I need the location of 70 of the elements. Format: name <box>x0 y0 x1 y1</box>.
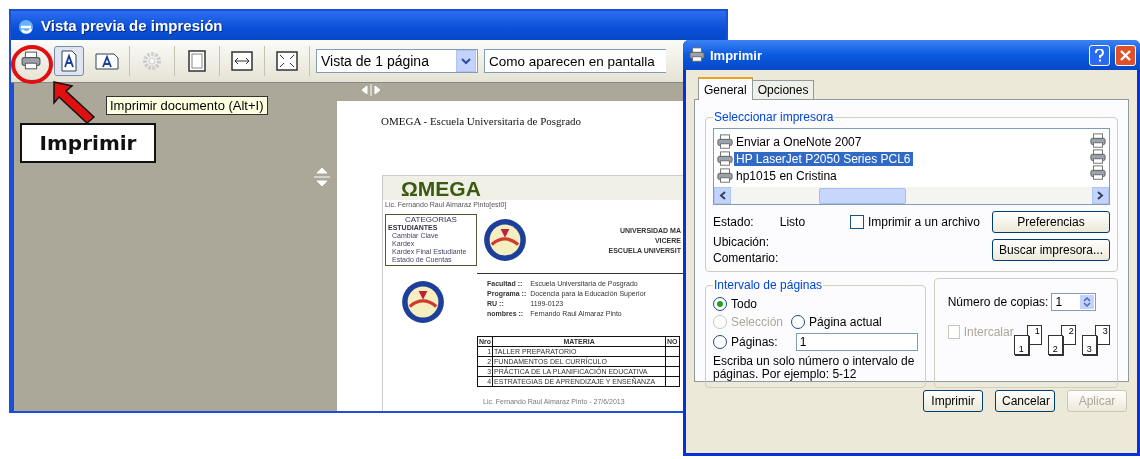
dialog-button[interactable]: Imprimir <box>923 390 983 412</box>
field-label: Estado: <box>713 215 754 229</box>
printer-list[interactable]: Enviar a OneNote 2007 HP LaserJet P2050 Series PCL6 hp1015 en Cristina <box>713 128 1110 205</box>
printer-icon <box>717 167 733 184</box>
close-button[interactable] <box>1115 44 1136 66</box>
page-number: 3 <box>1081 335 1097 355</box>
group-title: Seleccionar impresora <box>713 110 835 124</box>
site-logo: ΩMEGA <box>401 178 481 200</box>
callout-label: Imprimir <box>20 123 156 163</box>
scroll-thumb[interactable] <box>819 187 906 204</box>
printer-icon <box>1090 149 1106 165</box>
printer-item[interactable]: HP LaserJet P2050 Series PCL6 <box>734 151 913 166</box>
copies-spinner[interactable]: 1 <box>1051 293 1097 311</box>
tooltip: Imprimir documento (Alt+I) <box>106 96 268 115</box>
field-label: Ubicación: <box>713 235 771 249</box>
printer-item[interactable]: Enviar a OneNote 2007 <box>734 134 864 149</box>
radio-button[interactable] <box>791 315 806 329</box>
field-label: Comentario: <box>713 251 780 265</box>
printer-icon <box>1090 165 1106 181</box>
landscape-page-icon <box>95 52 119 70</box>
printer-icon <box>21 51 41 71</box>
dialog-title: Imprimir <box>710 47 763 63</box>
checkbox-label[interactable]: Imprimir a un archivo <box>867 215 980 229</box>
horizontal-scrollbar[interactable] <box>714 187 1109 204</box>
page-header: OMEGA - Escuela Universitaria de Posgrado <box>381 115 582 127</box>
pages-input[interactable]: 1 <box>795 333 918 351</box>
printer-icon <box>689 47 705 63</box>
close-icon <box>1120 49 1131 61</box>
help-text: Escriba un solo número o intervalo de páginas. Por ejemplo: 5-12 <box>713 355 916 381</box>
find-printer-button[interactable]: Buscar impresora... <box>991 239 1110 261</box>
page-number: 2 <box>1047 335 1063 355</box>
page-number: 1 <box>1013 335 1029 355</box>
highlight-circle <box>11 45 53 84</box>
printer-icon <box>1090 133 1106 149</box>
status-value: Listo <box>779 215 806 229</box>
printer-icon <box>717 133 733 150</box>
portrait-button[interactable] <box>54 46 84 76</box>
radio-button[interactable] <box>713 297 727 311</box>
radio-option[interactable]: Página actual <box>791 315 882 329</box>
page-width-icon <box>231 51 253 71</box>
gear-icon <box>142 51 162 71</box>
view-dropdown[interactable]: Vista de 1 página <box>316 49 478 73</box>
printer-item[interactable]: hp1015 en Cristina <box>734 168 839 183</box>
help-icon <box>1095 48 1104 62</box>
categories-title: CATEGORIAS <box>404 216 458 224</box>
column-resize-icon <box>360 83 382 97</box>
field-label: Número de copias: <box>947 295 1049 309</box>
radio-button[interactable] <box>713 335 727 349</box>
scroll-right-icon[interactable] <box>1092 187 1109 204</box>
tab[interactable]: General <box>698 77 753 100</box>
printer-icon <box>717 150 733 167</box>
window-title: Vista previa de impresión <box>41 17 223 34</box>
tab[interactable]: Opciones <box>751 80 815 99</box>
scroll-left-icon[interactable] <box>714 187 731 204</box>
group-title: Intervalo de páginas <box>713 278 824 292</box>
row-resize-icon <box>313 167 331 187</box>
checkbox[interactable] <box>849 215 864 229</box>
spinner-arrows-icon[interactable] <box>1080 295 1095 309</box>
page-setup-icon <box>188 50 206 72</box>
preferences-button[interactable]: Preferencias <box>991 211 1110 233</box>
radio-option[interactable]: Todo <box>713 297 758 311</box>
university-emblem-icon <box>483 218 527 262</box>
help-button[interactable] <box>1089 44 1110 66</box>
scale-dropdown[interactable]: Como aparecen en pantalla <box>484 49 666 73</box>
full-page-icon <box>276 51 298 71</box>
dialog-button[interactable]: Cancelar <box>995 390 1055 412</box>
radio-option[interactable]: Páginas: <box>713 335 778 349</box>
pointer-arrow <box>52 80 96 124</box>
portrait-page-icon <box>59 50 79 72</box>
university-emblem-icon <box>401 280 445 324</box>
